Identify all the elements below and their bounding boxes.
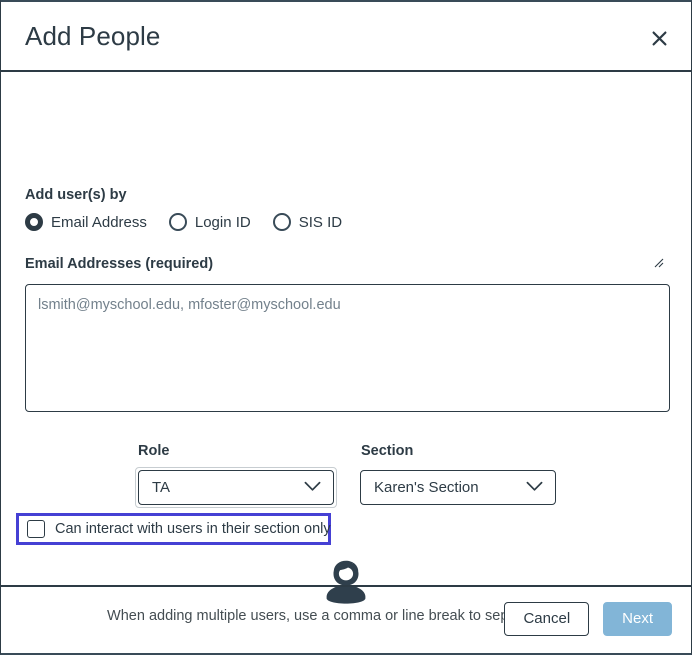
chevron-down-icon [526,479,543,497]
textarea-resize-handle[interactable] [652,255,664,268]
radio-login-id[interactable]: Login ID [168,213,251,231]
section-only-highlight: Can interact with users in their section… [16,513,331,545]
section-select-value: Karen's Section [374,479,479,496]
chevron-down-icon [304,479,321,497]
radio-selected-icon [25,213,43,231]
role-select-value: TA [152,479,171,496]
role-select[interactable]: TA [138,470,334,505]
checkbox-unchecked-icon[interactable] [27,520,45,538]
add-by-label: Add user(s) by [25,187,127,203]
add-by-radio-group: Email Address Login ID SIS ID [25,213,342,231]
section-only-checkbox-row[interactable]: Can interact with users in their section… [19,516,331,542]
page-title: Add People [25,21,161,51]
close-icon [652,31,667,46]
email-addresses-label: Email Addresses (required) [25,256,214,272]
section-select[interactable]: Karen's Section [360,470,556,505]
dialog-body: Add user(s) by Email Address Login ID SI… [1,72,691,624]
email-addresses-input[interactable] [25,284,670,412]
radio-email-address-label: Email Address [51,213,147,231]
close-button[interactable] [645,24,673,52]
radio-unselected-icon [272,213,291,231]
add-people-dialog: Add People Add user(s) by Email Address … [0,0,692,655]
dialog-header: Add People [1,2,691,72]
section-select-wrapper: Karen's Section [360,470,556,505]
role-label: Role [138,443,170,459]
dialog-footer: Cancel Next [1,585,691,651]
radio-unselected-icon [168,213,187,231]
cancel-button[interactable]: Cancel [504,602,590,636]
section-label: Section [361,443,414,459]
section-only-label: Can interact with users in their section… [55,521,331,537]
radio-sis-id[interactable]: SIS ID [272,213,343,231]
radio-sis-id-label: SIS ID [298,213,343,231]
role-select-wrapper: TA [135,467,337,508]
radio-login-id-label: Login ID [194,213,251,231]
next-button[interactable]: Next [603,602,672,636]
radio-email-address[interactable]: Email Address [25,213,147,231]
